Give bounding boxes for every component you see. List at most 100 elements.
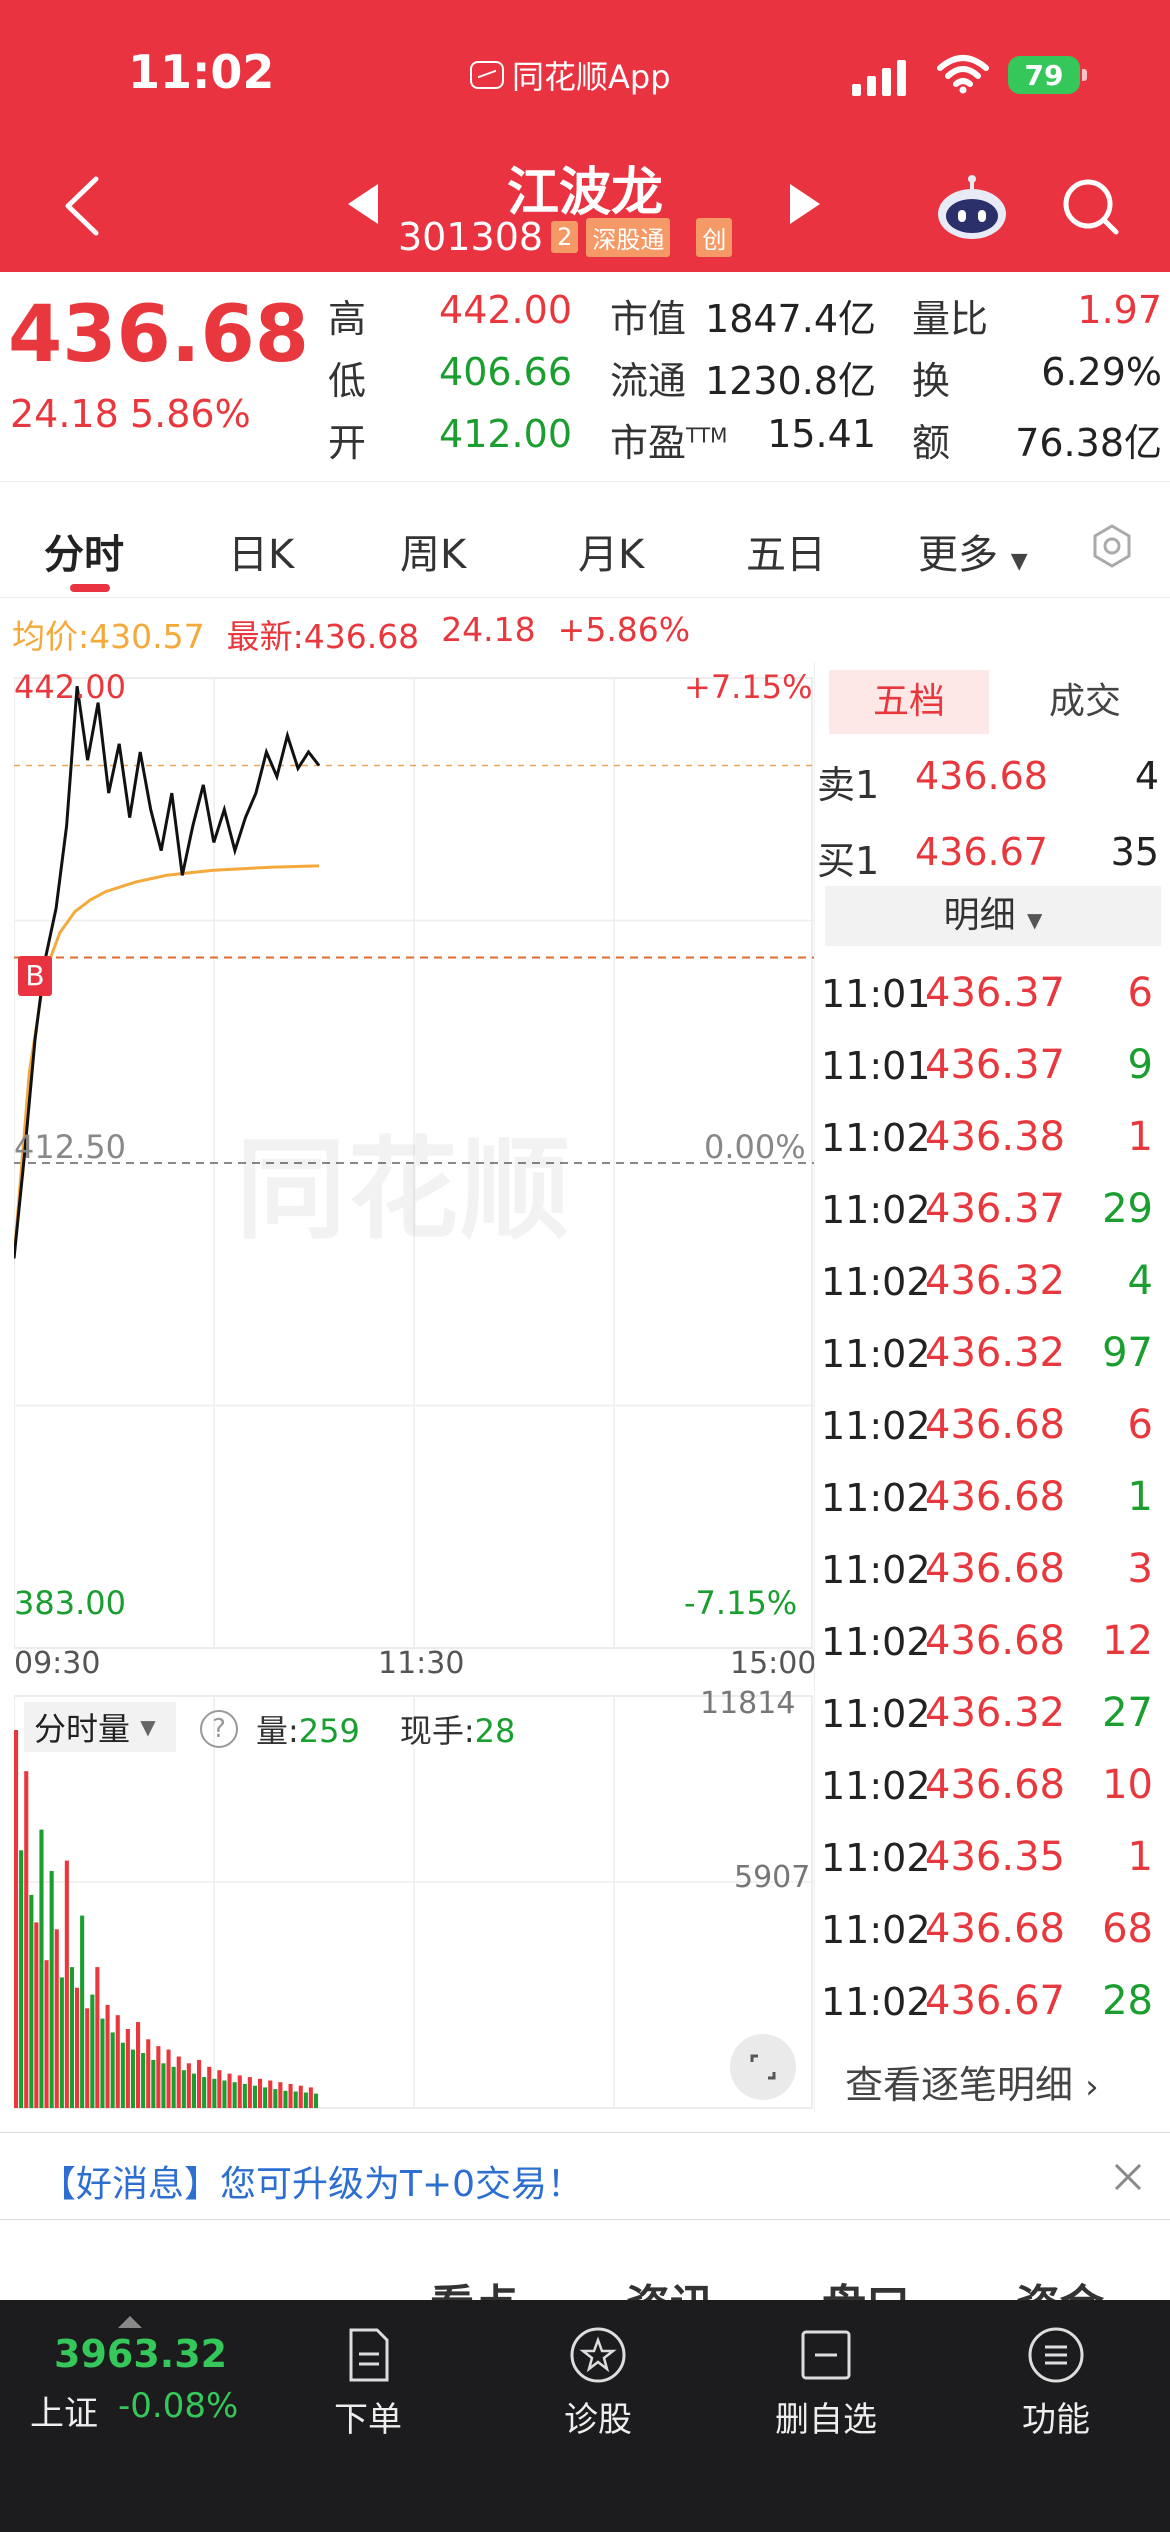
volume-indicator-select[interactable]: 分时量 ▼ [24,1702,176,1752]
peek-tab-news[interactable]: 资讯 [626,2270,714,2300]
trade-time: 11:02 [821,1260,931,1304]
turnover-label: 换 [912,359,951,403]
promo-banner[interactable]: 【好消息】您可升级为T+0交易！ [0,2132,1170,2220]
index-value[interactable]: 3963.32 [54,2332,227,2376]
y-bottom-label: 383.00 [14,1584,126,1622]
volume-bar [95,1967,100,2108]
nav-diagnose[interactable]: 诊股 [528,2324,668,2441]
trade-volume: 97 [1102,1330,1153,1376]
volume-bar [232,2082,237,2108]
view-all-trades-link[interactable]: 查看逐笔明细 › [845,2054,1099,2109]
volume-bar [191,2073,196,2108]
tab-five-day[interactable]: 五日 [746,522,826,580]
order-book-panel: 五档 成交 卖1 436.68 4 买1 436.67 35 明细 ▼ 11:0… [814,662,1170,2112]
low-value: 406.66 [439,350,572,394]
volume-bar [161,2063,166,2108]
nav-remove-watchlist[interactable]: 删自选 [756,2324,896,2441]
x-mid-label: 11:30 [378,1646,465,1681]
volume-bar [14,1730,19,2108]
chevron-down-icon: ▼ [1027,908,1043,932]
trade-row: 11:02 436.68 12 [815,1610,1170,1682]
volume-bar [105,2004,110,2108]
peek-tab-highlights[interactable]: 看点 [430,2270,518,2300]
tab-weekly-k[interactable]: 周K [400,522,466,580]
settings-gear-icon[interactable] [1090,524,1134,568]
app-label: 同花顺App [470,52,671,98]
volume-bar [39,1829,44,2108]
close-icon[interactable] [1108,2157,1148,2197]
tag-board: 创 [696,217,733,257]
help-icon[interactable]: ? [200,1710,238,1748]
tab-intraday[interactable]: 分时 [44,522,124,580]
trade-row: 11:02 436.67 28 [815,1970,1170,2042]
volume-bar [207,2066,212,2108]
buy-1-row: 买1 436.67 35 [817,830,1159,883]
tab-five-level[interactable]: 五档 [829,670,989,734]
watermark-text: 同花顺 [236,1126,572,1254]
volume-bar [258,2078,263,2108]
section-tabs-peek: 看点 资讯 盘口 资金 [0,2236,1170,2300]
volume-bar [278,2082,283,2108]
volume-bar [308,2087,313,2108]
detail-dropdown[interactable]: 明细 ▼ [825,886,1161,946]
trade-row: 11:02 436.35 1 [815,1826,1170,1898]
trade-volume: 9 [1127,1042,1153,1088]
trade-volume: 68 [1102,1906,1153,1952]
volume-bar [252,2085,257,2108]
trade-time: 11:02 [821,1476,931,1520]
trade-volume: 3 [1127,1546,1153,1592]
trade-price: 436.68 [925,1546,1065,1592]
x-start-label: 09:30 [14,1646,101,1681]
trade-price: 436.37 [925,1042,1065,1088]
quote-panel: 436.68 24.18 5.86% 高 442.00 低 406.66 开 4… [0,272,1170,482]
trade-volume: 6 [1127,1402,1153,1448]
battery-indicator: 79 [1008,56,1080,94]
trade-row: 11:02 436.32 4 [815,1250,1170,1322]
peek-tab-funds[interactable]: 资金 [1016,2270,1104,2300]
peek-tab-orders[interactable]: 盘口 [822,2270,910,2300]
trade-volume: 4 [1127,1258,1153,1304]
buy-marker[interactable]: B [18,956,52,996]
cellular-signal-icon [852,58,906,96]
expand-chart-button[interactable] [730,2034,796,2100]
volume-bar [186,2063,191,2108]
volume-bar [54,1929,59,2108]
trade-time: 11:01 [821,972,931,1016]
volume-bar [34,1922,39,2108]
volume-bar [176,2056,181,2108]
tab-trades[interactable]: 成交 [1005,670,1165,734]
volume-bar [313,2093,318,2108]
volume-bar [64,1860,69,2108]
volume-bar [202,2077,207,2108]
stock-code-row: 301308 2 深股通 创 [398,215,733,259]
assistant-robot-icon[interactable] [934,174,1010,242]
nav-functions[interactable]: 功能 [986,2324,1126,2441]
index-expand-icon[interactable] [118,2316,142,2328]
vol-y-mid-label: 5907 [734,1860,811,1895]
nav-order[interactable]: 下单 [298,2324,438,2441]
price-chart-svg [14,677,814,2109]
tab-more[interactable]: 更多 ▼ [918,522,1028,580]
search-icon[interactable] [1060,176,1122,238]
volume-bar [151,2059,156,2108]
volume-bar [110,2032,115,2108]
menu-circle-icon [1028,2327,1084,2383]
volume-bar [217,2070,222,2108]
trade-row: 11:01 436.37 6 [815,962,1170,1034]
volume-bar [90,1994,95,2108]
trade-volume: 12 [1102,1618,1153,1664]
volume-bar [212,2078,217,2108]
volume-bar [171,2066,176,2108]
volume-bar [288,2083,293,2108]
tab-monthly-k[interactable]: 月K [578,522,644,580]
trade-price: 436.37 [925,970,1065,1016]
pct-mid-label: 0.00% [704,1128,806,1166]
trade-volume: 10 [1102,1762,1153,1808]
volume-bar [69,1967,74,2108]
trade-volume: 1 [1127,1834,1153,1880]
tab-daily-k[interactable]: 日K [228,522,294,580]
index-pct: -0.08% [118,2386,239,2426]
battery-tip-icon [1082,69,1087,81]
low-label: 低 [328,359,367,403]
trade-time: 11:02 [821,1764,931,1808]
